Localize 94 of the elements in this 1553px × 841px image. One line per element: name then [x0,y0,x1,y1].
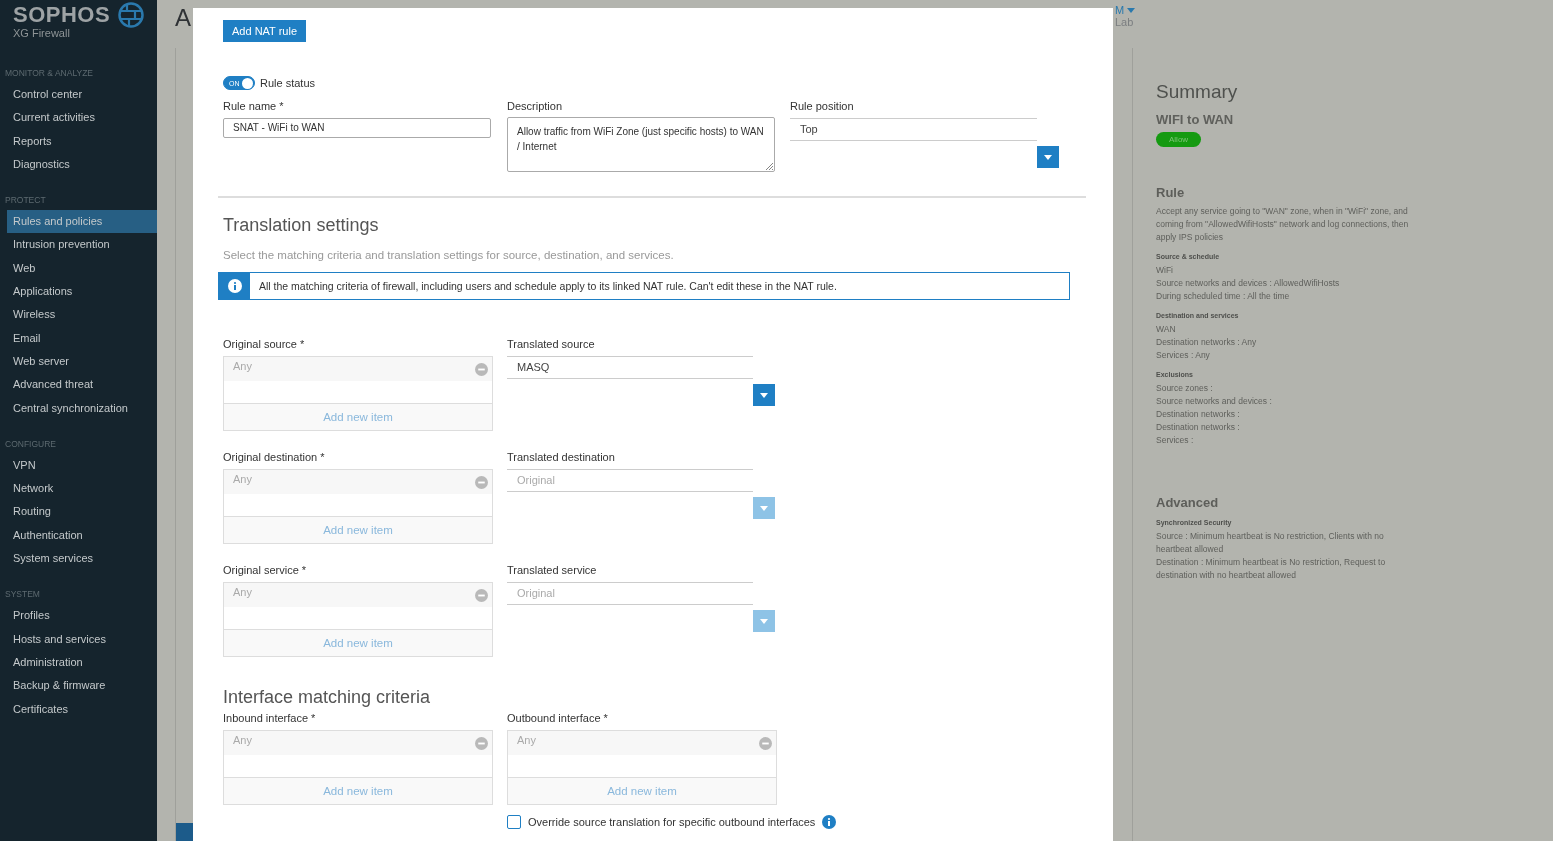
organization-text: Lab [1115,16,1135,28]
summary-line: Destination : Minimum heartbeat is No restriction, Request to destination with no heartbeat allowed [1156,556,1387,582]
section-title: Translation settings [223,215,380,236]
field-label: Rule status [260,77,316,89]
placeholder-text: Any [233,586,252,598]
summary-line: Destination networks : [1156,408,1241,421]
placeholder-text: Any [233,473,252,485]
logo-text: SOPHOS [13,2,111,28]
nav-item[interactable]: Reports [7,129,157,153]
dropdown-field[interactable]: Top [790,118,1037,141]
page-title: A [175,4,191,32]
nav-item[interactable]: Hosts and services [7,627,157,651]
action-badge: Allow [1156,132,1202,147]
dropdown-button[interactable] [753,384,775,406]
nav-item[interactable]: Authentication [7,523,157,548]
logo-subtitle: XG Firewall [13,27,71,39]
nav-item[interactable]: Rules and policies [7,210,157,234]
caret-icon [1127,7,1136,13]
nav-item[interactable]: System services [7,547,157,571]
caret-icon [1044,154,1052,160]
remove-icon[interactable] [475,362,488,376]
nav-item[interactable]: Central synchronization [7,396,157,420]
section-title: SYSTEM [4,589,41,600]
field-label: Translated destination [507,451,616,463]
field-label: Inbound interface * [223,712,317,724]
placeholder-text: Any [517,734,536,746]
nav-item[interactable]: Administration [7,650,157,675]
nav-item[interactable]: Applications [7,280,157,304]
summary-line: Destination networks : Any [1156,336,1258,349]
summary-line: Services : Any [1156,349,1211,362]
nav-item[interactable]: Intrusion prevention [7,233,157,257]
info-icon[interactable] [822,815,837,829]
checkbox[interactable] [507,815,521,829]
summary-line: WiFi [1156,264,1174,277]
field-label: Rule position [790,100,855,112]
summary-line: Destination networks : [1156,421,1241,434]
section-title: CONFIGURE [4,438,57,449]
nav-item[interactable]: VPN [7,453,157,478]
field-label: Outbound interface * [507,712,609,724]
remove-icon[interactable] [475,475,488,489]
field-label: Original source * [223,338,306,350]
globe-icon [118,2,145,28]
info-text: All the matching criteria of firewall, including users and schedule apply to its linked NAT rule. Can't edit these in the NAT rule. [258,280,837,292]
resize-grip-icon[interactable] [765,162,773,170]
section-title: PROTECT [4,195,47,206]
dropdown-button[interactable] [1037,146,1059,168]
caret-icon [760,618,768,624]
nav-item[interactable]: Current activities [7,106,157,130]
placeholder-text: Any [233,360,252,372]
nav-item[interactable]: Routing [7,500,157,524]
caret-icon [760,505,768,511]
field-label: Translated source [507,338,596,350]
section-title: Interface matching criteria [223,687,432,708]
summary-line: During scheduled time : All the time [1156,290,1291,303]
remove-icon[interactable] [475,736,488,750]
summary-title: Summary [1156,81,1239,103]
summary-line: Source networks and devices : [1156,395,1273,408]
nav-item[interactable]: Web server [7,349,157,374]
nav-item[interactable]: Profiles [7,604,157,628]
summary-heading: Advanced [1156,495,1220,510]
field-label: Original service * [223,564,308,576]
info-icon [227,279,242,293]
caret-icon [760,392,768,398]
summary-line: Source networks and devices : AllowedWifiHosts [1156,277,1341,290]
section-description: Select the matching criteria and translation settings for source, destination, and services. [223,249,675,261]
summary-line: Services : [1156,434,1195,447]
nav-item[interactable]: Email [7,326,157,350]
nav-item[interactable]: Control center [7,83,157,107]
field-label: Rule name * [223,100,285,112]
nav-item[interactable]: Backup & firmware [7,674,157,698]
nav-item[interactable]: Network [7,477,157,501]
section-title: MONITOR & ANALYZE [4,68,94,78]
nav-item[interactable]: Advanced threat [7,373,157,397]
rule-name: WIFI to WAN [1156,112,1235,127]
nav-item[interactable]: Diagnostics [7,152,157,177]
summary-line: Source : Minimum heartbeat is No restriction, Clients with no heartbeat allowed [1156,530,1385,556]
add-nat-rule-button[interactable]: Add NAT rule [223,20,306,42]
summary-line: WAN [1156,323,1177,336]
dropdown-field[interactable]: MASQ [507,356,753,379]
nav-item[interactable]: Wireless [7,303,157,327]
summary-heading: Rule [1156,185,1186,200]
field-label: Description [507,100,564,112]
nav-item[interactable]: Certificates [7,697,157,721]
text-area[interactable]: Allow traffic from WiFi Zone (just specific hosts) to WAN / Internet [507,117,775,172]
remove-icon[interactable] [475,588,488,602]
text-field[interactable]: SNAT - WiFi to WAN [223,118,491,138]
checkbox-label[interactable]: Override source translation for specific outbound interfaces [528,816,816,828]
button[interactable] [176,823,196,841]
summary-line: Source zones : [1156,382,1214,395]
remove-icon[interactable] [759,736,772,750]
field-label: Original destination * [223,451,326,463]
placeholder-text: Any [233,734,252,746]
nav-item[interactable]: Web [7,256,157,281]
field-label: Translated service [507,564,598,576]
